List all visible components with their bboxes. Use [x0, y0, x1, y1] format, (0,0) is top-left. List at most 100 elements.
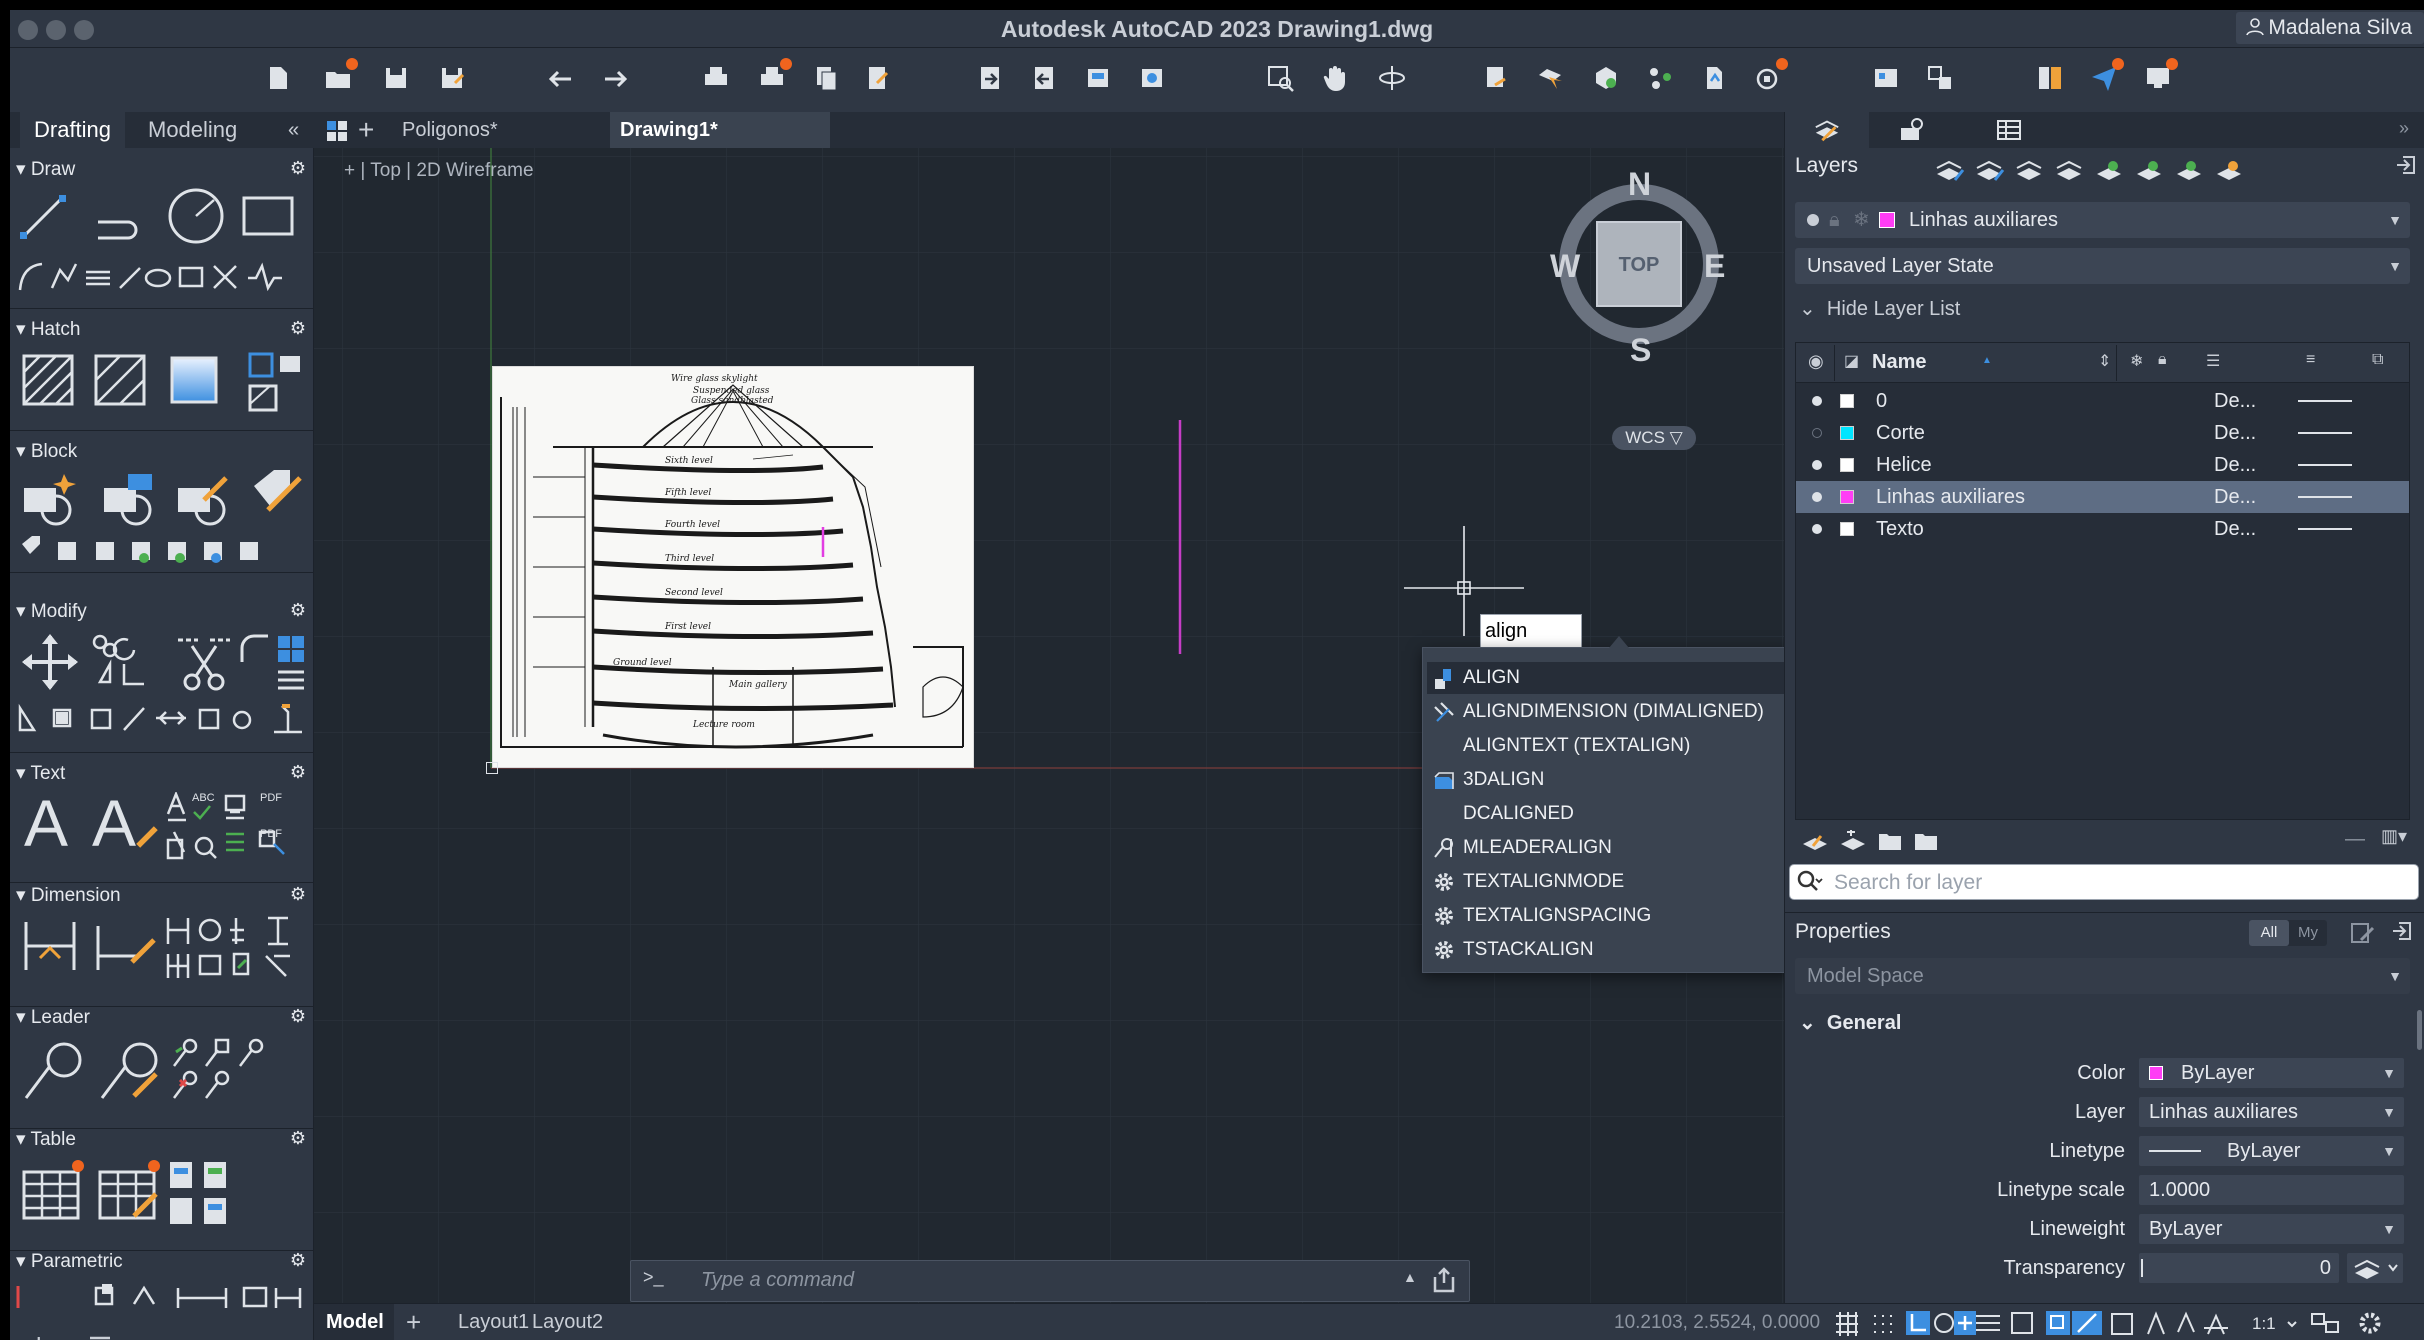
tab-drawing1[interactable]: Drawing1* [610, 112, 830, 148]
plot-column-icon[interactable]: ⧉ [2372, 351, 2383, 369]
dimension-tools-grid[interactable] [166, 914, 306, 984]
circle-tool-icon[interactable] [166, 186, 226, 246]
current-layer-dropdown[interactable]: 🔒︎ ❄ Linhas auxiliares ▼ [1795, 202, 2410, 238]
general-group-header[interactable]: ⌄ General [1799, 1010, 1901, 1035]
layer-row-helice[interactable]: Helice De... [1796, 449, 2409, 481]
gear-icon[interactable]: ⚙ [290, 762, 306, 783]
autocomplete-item-textalignspacing[interactable]: TEXTALIGNSPACING [1427, 900, 1785, 932]
table-data-tools[interactable] [166, 1158, 236, 1228]
modify-tools-group-1[interactable] [90, 632, 174, 692]
transparency-menu[interactable] [2347, 1253, 2403, 1283]
compass-west[interactable]: W [1550, 248, 1580, 285]
share-button[interactable] [2088, 58, 2124, 94]
layer-linetype[interactable]: De... [2214, 449, 2256, 481]
text-section-header[interactable]: ▾ Text [16, 762, 65, 785]
export-button[interactable] [974, 62, 1006, 94]
property-lineweight-dropdown[interactable]: ByLayer ▼ [2139, 1214, 2404, 1244]
property-linetype-scale-input[interactable]: 1.0000 [2139, 1175, 2404, 1205]
save-button[interactable] [380, 62, 412, 94]
group-button[interactable] [1644, 62, 1676, 94]
insert-block-icon[interactable] [100, 470, 160, 526]
boundary-icon[interactable] [166, 352, 222, 408]
modify-tools-row[interactable] [16, 700, 308, 736]
edit-block-icon[interactable] [174, 470, 234, 526]
layer-lineweight[interactable] [2298, 528, 2352, 530]
autocomplete-item-textalignmode[interactable]: TEXTALIGNMODE [1427, 866, 1785, 898]
single-line-text-icon[interactable]: A [92, 788, 158, 858]
layer-color-swatch[interactable] [1840, 426, 1854, 440]
compass-north[interactable]: N [1628, 166, 1651, 203]
layer-on-icon[interactable] [1812, 524, 1822, 534]
command-customize-icon[interactable] [1431, 1267, 1457, 1295]
viewport-controls[interactable]: + | Top | 2D Wireframe [344, 160, 534, 182]
parametric-section-header[interactable]: ▾ Parametric [16, 1250, 123, 1273]
minimize-layer-icon[interactable]: — [2345, 828, 2365, 851]
property-transparency-slider[interactable]: 0 [2139, 1253, 2339, 1283]
wcs-menu[interactable]: WCS ▽ [1612, 426, 1696, 450]
quick-select-button[interactable] [1590, 62, 1622, 94]
select-similar-button[interactable] [1534, 62, 1566, 94]
multiline-text-icon[interactable]: A [24, 788, 80, 858]
trim-icon[interactable] [176, 632, 232, 692]
start-tab-grid-icon[interactable] [326, 120, 348, 142]
property-color-dropdown[interactable]: ByLayer ▼ [2139, 1058, 2404, 1088]
property-layer-dropdown[interactable]: Linhas auxiliares ▼ [2139, 1097, 2404, 1127]
plot-button[interactable] [700, 62, 732, 94]
markup-button[interactable] [862, 62, 894, 94]
selection-space-dropdown[interactable]: Model Space ▼ [1795, 958, 2410, 994]
modify-section-header[interactable]: ▾ Modify [16, 600, 87, 623]
draw-tools-row[interactable] [16, 258, 308, 294]
linetype-column-icon[interactable]: ☰ [2206, 351, 2220, 371]
gear-icon[interactable]: ⚙ [290, 1006, 306, 1027]
text-tools-grid[interactable]: ABC PDF PDF [166, 792, 306, 862]
layer-linetype[interactable]: De... [2214, 417, 2256, 449]
import-button[interactable] [1028, 62, 1060, 94]
scale-value[interactable]: 1:1 [2252, 1314, 2276, 1333]
expand-panel-icon[interactable]: » [2399, 118, 2409, 139]
user-account-button[interactable]: Madalena Silva [2236, 12, 2424, 44]
viewcube[interactable]: N S E W TOP [1550, 166, 1725, 372]
quick-select-edit-icon[interactable] [2349, 920, 2377, 946]
gradient-icon[interactable] [92, 352, 148, 408]
publish-button[interactable] [810, 62, 842, 94]
parametric-tools-row[interactable] [16, 1280, 308, 1314]
autocomplete-item-aligndimension[interactable]: ALIGNDIMENSION (DIMALIGNED) [1427, 696, 1785, 728]
layer-row-corte[interactable]: Corte De... [1796, 417, 2409, 449]
open-file-button[interactable] [322, 58, 358, 94]
command-input-placeholder[interactable]: Type a command [701, 1269, 854, 1292]
autocomplete-item-align[interactable]: ALIGN [1427, 662, 1785, 694]
status-toggles[interactable]: 1:1 [1832, 1308, 2392, 1338]
layer-action-icons[interactable] [1801, 826, 1941, 856]
block-attribute-icon[interactable] [248, 466, 306, 524]
gear-icon[interactable]: ⚙ [290, 1128, 306, 1149]
building-section-image[interactable]: Wire glass skylight Suspended glass Glas… [492, 366, 974, 768]
pan-hand-icon[interactable] [1320, 62, 1352, 94]
lock-column-icon[interactable]: 🔒︎ [2158, 351, 2167, 369]
cursor-coordinates[interactable]: 10.2103, 2.5524, 0.0000 [1614, 1312, 1820, 1334]
share-drawing-button[interactable] [1082, 62, 1114, 94]
layer-linetype[interactable]: De... [2214, 513, 2256, 545]
leader-section-header[interactable]: ▾ Leader [16, 1006, 90, 1029]
compass-south[interactable]: S [1630, 332, 1651, 369]
table-section-header[interactable]: ▾ Table [16, 1128, 76, 1151]
gear-icon[interactable]: ⚙ [290, 600, 306, 621]
layer-row-linhas-auxiliares[interactable]: Linhas auxiliares De... [1796, 481, 2409, 513]
tab-poligonos[interactable]: Poligonos* [392, 112, 602, 148]
command-history-caret-icon[interactable]: ▲ [1403, 1269, 1417, 1285]
compare-button[interactable] [2034, 62, 2066, 94]
autocomplete-item-tstackalign[interactable]: TSTACKALIGN [1427, 934, 1785, 966]
visibility-eye-icon[interactable]: ◉ [1808, 351, 1824, 372]
save-as-button[interactable] [436, 62, 468, 94]
gear-icon[interactable]: ⚙ [290, 318, 306, 339]
layer-lineweight[interactable] [2298, 432, 2352, 434]
layer-properties-button[interactable] [1480, 62, 1512, 94]
layer-tool-icons[interactable] [1935, 156, 2285, 186]
gear-icon[interactable]: ⚙ [290, 158, 306, 179]
sort-updown-icon[interactable]: ⇕ [2098, 351, 2111, 371]
add-layout-plus-icon[interactable]: + [394, 1304, 433, 1340]
dynamic-input-field[interactable]: align [1480, 614, 1582, 648]
palette-menu-icon[interactable] [88, 1334, 112, 1340]
name-column-header[interactable]: Name [1872, 351, 1926, 374]
close-panel-icon[interactable] [2395, 154, 2417, 176]
layer-on-icon[interactable] [1812, 492, 1822, 502]
